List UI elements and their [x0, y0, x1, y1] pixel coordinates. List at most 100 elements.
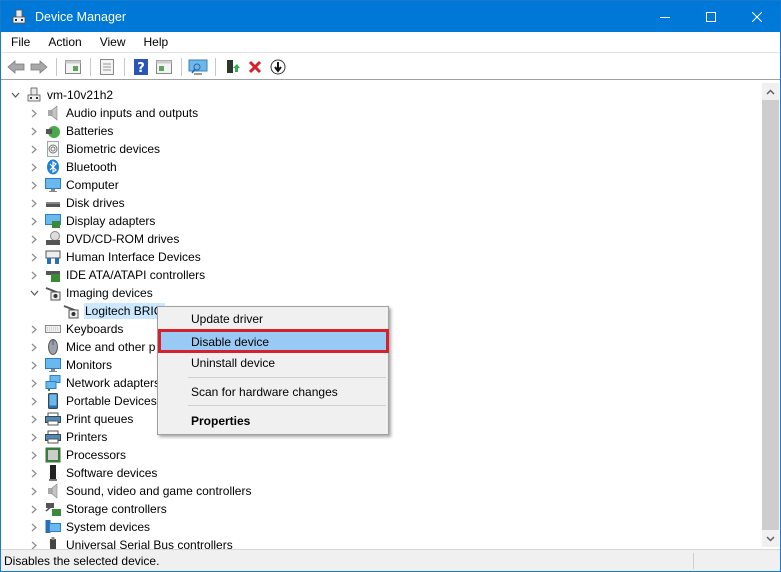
- tree-category-node[interactable]: Processors: [29, 446, 126, 464]
- tree-node-label: vm-10v21h2: [47, 88, 114, 102]
- expand-toggle[interactable]: [29, 162, 39, 172]
- expand-toggle[interactable]: [29, 270, 39, 280]
- tree-node-label: Keyboards: [66, 322, 124, 336]
- menu-bar: File Action View Help: [1, 32, 780, 53]
- tree-category-node[interactable]: Computer: [29, 176, 119, 194]
- expand-toggle[interactable]: [29, 216, 39, 226]
- chevron-down-icon: [11, 92, 19, 98]
- printer-icon: [45, 411, 61, 427]
- tree-device-node-logitech[interactable]: Logitech BRIC: [63, 302, 166, 320]
- expand-toggle[interactable]: [29, 180, 39, 190]
- uninstall-device-button[interactable]: [244, 56, 266, 78]
- tree-category-node[interactable]: Monitors: [29, 356, 112, 374]
- expand-toggle[interactable]: [29, 360, 39, 370]
- status-text: Disables the selected device.: [4, 553, 160, 568]
- tree-category-node[interactable]: Disk drives: [29, 194, 125, 212]
- scan-hardware-button[interactable]: [187, 56, 209, 78]
- forward-button[interactable]: [28, 56, 50, 78]
- tree-category-node[interactable]: Imaging devices: [29, 284, 153, 302]
- tree-node-label: Sound, video and game controllers: [66, 484, 252, 498]
- help-button[interactable]: ?: [130, 56, 152, 78]
- expand-toggle[interactable]: [29, 522, 39, 532]
- close-icon: [752, 11, 762, 22]
- context-menu-uninstall-device[interactable]: Uninstall device: [158, 352, 388, 374]
- expand-toggle[interactable]: [29, 450, 39, 460]
- expand-toggle[interactable]: [29, 468, 39, 478]
- tree-node-label: Monitors: [66, 358, 113, 372]
- tree-category-node[interactable]: Keyboards: [29, 320, 123, 338]
- camera-icon: [63, 303, 79, 319]
- tree-node-label: Display adapters: [66, 214, 156, 228]
- chevron-right-icon: [31, 415, 37, 423]
- collapse-toggle[interactable]: [10, 90, 20, 100]
- properties-button[interactable]: [96, 56, 118, 78]
- scroll-down-button[interactable]: [762, 530, 779, 547]
- tree-category-node[interactable]: Software devices: [29, 464, 157, 482]
- forward-arrow-icon: [30, 59, 48, 74]
- tree-category-node[interactable]: Audio inputs and outputs: [29, 104, 198, 122]
- maximize-button[interactable]: [688, 1, 734, 32]
- tree-category-node[interactable]: Mice and other p: [29, 338, 155, 356]
- collapse-toggle[interactable]: [29, 288, 39, 298]
- tree-category-node[interactable]: Portable Devices: [29, 392, 157, 410]
- tree-category-node[interactable]: IDE ATA/ATAPI controllers: [29, 266, 205, 284]
- menu-view[interactable]: View: [90, 35, 134, 49]
- expand-toggle[interactable]: [29, 540, 39, 549]
- menu-separator: [188, 377, 386, 378]
- software-device-icon: [45, 465, 61, 481]
- expand-toggle[interactable]: [29, 396, 39, 406]
- expand-toggle[interactable]: [29, 108, 39, 118]
- menu-help[interactable]: Help: [134, 35, 177, 49]
- menu-file[interactable]: File: [1, 35, 38, 49]
- disable-device-button[interactable]: [267, 56, 289, 78]
- expand-toggle[interactable]: [29, 432, 39, 442]
- minimize-button[interactable]: [642, 1, 688, 32]
- network-icon: [45, 375, 61, 391]
- close-button[interactable]: [734, 1, 780, 32]
- tree-category-node[interactable]: Sound, video and game controllers: [29, 482, 251, 500]
- action-pane-button[interactable]: [153, 56, 175, 78]
- expand-toggle[interactable]: [29, 252, 39, 262]
- tree-root-node[interactable]: vm-10v21h2: [10, 86, 113, 104]
- tree-category-node[interactable]: Human Interface Devices: [29, 248, 201, 266]
- scrollbar-thumb[interactable]: [762, 100, 779, 530]
- menu-action[interactable]: Action: [38, 35, 89, 49]
- expand-toggle[interactable]: [29, 144, 39, 154]
- chevron-right-icon: [31, 433, 37, 441]
- show-hide-console-tree-button[interactable]: [62, 56, 84, 78]
- window-title: Device Manager: [35, 9, 127, 24]
- tree-category-node[interactable]: DVD/CD-ROM drives: [29, 230, 179, 248]
- context-menu-properties[interactable]: Properties: [158, 410, 388, 432]
- tree-category-node[interactable]: Universal Serial Bus controllers: [29, 536, 233, 549]
- tree-category-node[interactable]: Storage controllers: [29, 500, 167, 518]
- expand-toggle[interactable]: [29, 414, 39, 424]
- context-menu-update-driver[interactable]: Update driver: [158, 308, 388, 330]
- tree-category-node[interactable]: Printers: [29, 428, 107, 446]
- context-menu-scan-hardware[interactable]: Scan for hardware changes: [158, 381, 388, 403]
- toolbar-separator: [90, 57, 91, 76]
- minimize-icon: [660, 16, 670, 18]
- properties-icon: [100, 58, 114, 75]
- context-menu: Update driver Disable device Uninstall d…: [157, 306, 389, 435]
- expand-toggle[interactable]: [29, 198, 39, 208]
- tree-category-node[interactable]: Batteries: [29, 122, 113, 140]
- expand-toggle[interactable]: [29, 378, 39, 388]
- tree-node-label: Imaging devices: [66, 286, 153, 300]
- back-button[interactable]: [5, 56, 27, 78]
- expand-toggle[interactable]: [29, 486, 39, 496]
- scroll-up-button[interactable]: [762, 83, 779, 100]
- expand-toggle[interactable]: [29, 504, 39, 514]
- tree-category-node[interactable]: Network adapters: [29, 374, 160, 392]
- svg-text:?: ?: [137, 61, 145, 75]
- update-driver-button[interactable]: [221, 56, 243, 78]
- tree-category-node[interactable]: Bluetooth: [29, 158, 117, 176]
- vertical-scrollbar[interactable]: [762, 83, 779, 547]
- expand-toggle[interactable]: [29, 324, 39, 334]
- expand-toggle[interactable]: [29, 234, 39, 244]
- tree-category-node[interactable]: Display adapters: [29, 212, 155, 230]
- tree-category-node[interactable]: Biometric devices: [29, 140, 160, 158]
- tree-category-node[interactable]: System devices: [29, 518, 150, 536]
- expand-toggle[interactable]: [29, 126, 39, 136]
- expand-toggle[interactable]: [29, 342, 39, 352]
- tree-category-node[interactable]: Print queues: [29, 410, 133, 428]
